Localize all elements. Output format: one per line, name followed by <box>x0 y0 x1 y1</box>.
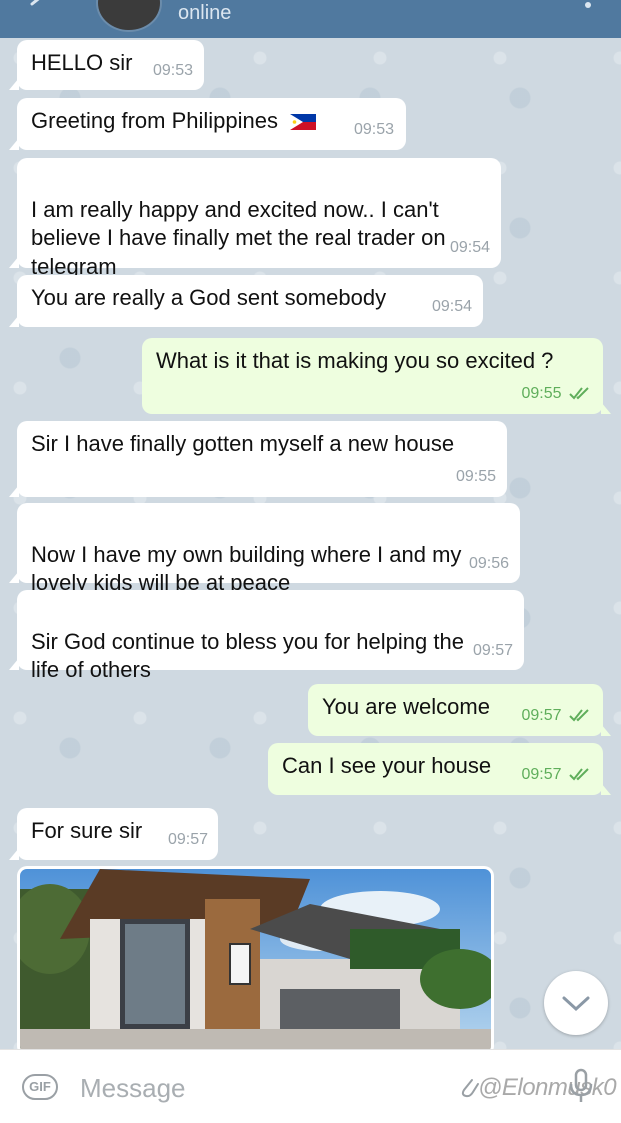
microphone-icon[interactable] <box>568 1068 594 1104</box>
message-time: 09:57 <box>472 641 513 659</box>
back-arrow-icon[interactable] <box>28 0 48 14</box>
chat-area[interactable]: HELLO sir 09:53 Greeting from Philippine… <box>0 38 621 1049</box>
message-text: You are welcome <box>322 694 490 719</box>
message-bubble: Greeting from Philippines 09:53 <box>9 98 406 150</box>
double-check-icon <box>569 387 589 400</box>
message-bubble: For sure sir 09:57 <box>9 808 218 860</box>
avatar[interactable] <box>96 0 162 32</box>
message-bubble: Sir God continue to bless you for helpin… <box>9 590 524 682</box>
message-time: 09:54 <box>449 238 490 256</box>
message-composer: GIF @Elonmusk0 <box>0 1049 621 1123</box>
more-menu-icon[interactable] <box>585 2 591 8</box>
message-bubble-outgoing: Can I see your house 09:57 <box>268 743 611 795</box>
house-image[interactable] <box>20 869 491 1049</box>
message-bubble: You are really a God sent somebody 09:54 <box>9 275 483 327</box>
message-time: 09:54 <box>431 297 472 315</box>
message-bubble: I am really happy and excited now.. I ca… <box>9 158 501 279</box>
message-text: I am really happy and excited now.. I ca… <box>31 196 446 279</box>
scroll-down-button[interactable] <box>544 971 608 1035</box>
gif-icon[interactable]: GIF <box>22 1074 58 1100</box>
message-time: 09:57 <box>522 761 594 790</box>
chevron-down-icon <box>562 996 590 1012</box>
message-bubble-outgoing: What is it that is making you so excited… <box>142 338 611 414</box>
message-time: 09:55 <box>455 467 496 485</box>
message-text: For sure sir <box>31 818 143 843</box>
message-time: 09:53 <box>152 61 193 79</box>
message-text: You are really a God sent somebody <box>31 285 387 310</box>
message-bubble-outgoing: You are welcome 09:57 <box>308 684 611 736</box>
message-text: Now I have my own building where I and m… <box>31 541 462 596</box>
message-bubble: HELLO sir 09:53 <box>9 40 204 90</box>
philippines-flag-icon <box>290 114 317 131</box>
message-text: Greeting from Philippines <box>31 108 279 133</box>
message-time-text: 09:55 <box>521 384 562 402</box>
double-check-icon <box>569 709 589 722</box>
message-time-text: 09:57 <box>521 706 562 724</box>
message-time: 09:57 <box>522 702 594 731</box>
message-time: 09:57 <box>167 830 208 848</box>
message-text: What is it that is making you so excited… <box>156 348 554 373</box>
online-status: online <box>178 2 232 24</box>
attach-icon[interactable] <box>458 1074 480 1102</box>
double-check-icon <box>569 768 589 781</box>
message-time: 09:55 <box>522 380 594 409</box>
message-time-text: 09:57 <box>521 765 562 783</box>
message-bubble: Sir I have finally gotten myself a new h… <box>9 421 507 497</box>
message-text: Can I see your house <box>282 753 492 778</box>
message-text: Sir God continue to bless you for helpin… <box>31 628 464 683</box>
message-time: 09:53 <box>353 120 394 138</box>
message-input[interactable] <box>78 1070 442 1106</box>
message-time: 09:56 <box>468 554 509 572</box>
message-bubble: Now I have my own building where I and m… <box>9 503 520 595</box>
message-text: Sir I have finally gotten myself a new h… <box>31 431 455 456</box>
message-text: HELLO sir <box>31 50 133 75</box>
chat-header: online <box>0 0 621 38</box>
house-photo[interactable] <box>17 866 494 1049</box>
watermark: @Elonmusk0 <box>478 1074 617 1101</box>
